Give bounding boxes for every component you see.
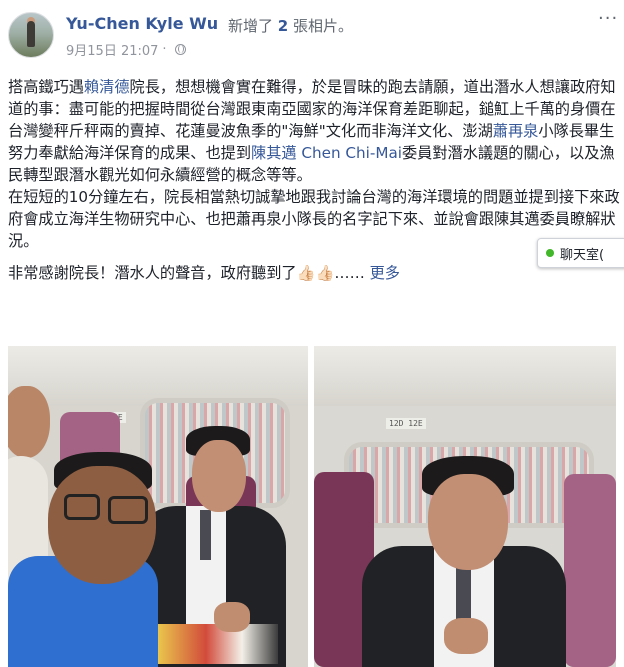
post-meta: 9月15日 21:07 · (66, 40, 186, 59)
text-segment: 非常感謝院長！潛水人的聲音，政府聽到了👍🏻👍🏻…… (8, 264, 365, 282)
person-face (192, 440, 246, 512)
avatar-figure-body (27, 21, 35, 47)
glasses (108, 496, 148, 524)
post-paragraph-2: 在短短的10分鐘左右，院長相當熱切誠摯地跟我討論台灣的海洋環境的問題並提到接下來… (8, 188, 620, 250)
hand (214, 602, 250, 632)
post-paragraph-3: 非常感謝院長！潛水人的聲音，政府聽到了👍🏻👍🏻…… 更多 (8, 262, 620, 284)
seat-number-label: 12D 12E (386, 418, 426, 429)
person-face (428, 474, 508, 570)
person-face (48, 466, 156, 584)
post-paragraph-1: 搭高鐵巧遇賴清德院長，想想機會實在難得，於是冒昧的跑去請願，道出潛水人想讓政府知… (8, 76, 620, 186)
mention-link[interactable]: 陳其邁 Chen Chi-Mai (251, 144, 402, 162)
train-ceiling (314, 346, 616, 406)
post-photo-2[interactable]: 12D 12E (314, 346, 616, 667)
person-face (8, 386, 50, 458)
action-prefix: 新增了 (228, 17, 274, 35)
mention-link[interactable]: 蕭再泉 (493, 122, 539, 140)
meta-separator: · (162, 42, 167, 57)
post-photo-1[interactable]: 12D 12E (8, 346, 308, 667)
author-avatar[interactable] (8, 12, 54, 58)
author-name[interactable]: Yu-Chen Kyle Wu (66, 14, 218, 33)
globe-icon[interactable] (174, 44, 186, 55)
text-segment: 搭高鐵巧遇 (8, 78, 84, 96)
chat-tab[interactable]: 聊天室( (537, 238, 624, 268)
books (158, 624, 278, 664)
train-ceiling (8, 346, 308, 406)
action-suffix: 張相片。 (293, 17, 354, 35)
post-body: 搭高鐵巧遇賴清德院長，想想機會實在難得，於是冒昧的跑去請願，道出潛水人想讓政府知… (8, 76, 620, 284)
chat-label: 聊天室( (560, 247, 605, 263)
glasses (64, 494, 100, 520)
see-more-link[interactable]: 更多 (370, 264, 400, 282)
facebook-post: Yu-Chen Kyle Wu 新增了 2 張相片。 9月15日 21:07 ·… (0, 0, 624, 667)
action-count[interactable]: 2 (278, 17, 288, 35)
hand (444, 618, 488, 654)
more-options-icon[interactable]: ··· (598, 8, 618, 29)
post-action: 新增了 2 張相片。 (228, 15, 353, 36)
online-dot-icon (546, 249, 554, 257)
mention-link[interactable]: 賴清德 (84, 78, 130, 96)
necktie (200, 510, 211, 560)
seat-back (564, 474, 616, 667)
post-timestamp[interactable]: 9月15日 21:07 (66, 40, 158, 59)
